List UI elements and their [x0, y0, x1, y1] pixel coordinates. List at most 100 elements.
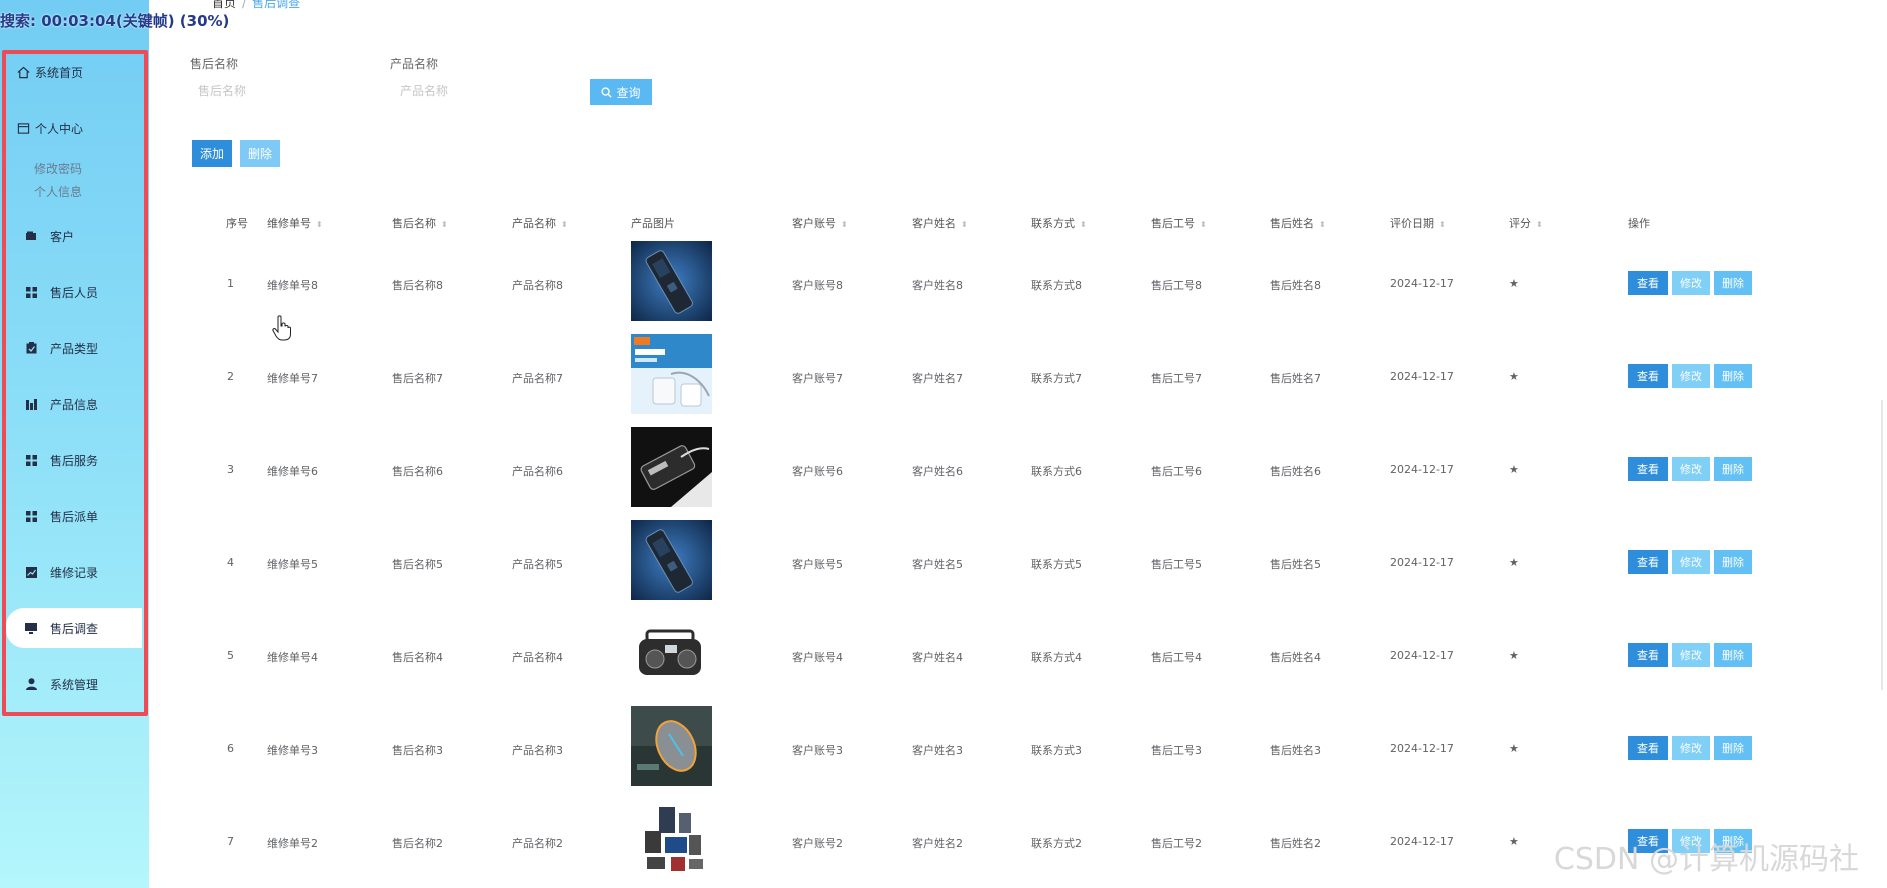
view-button[interactable]: 查看 [1628, 364, 1668, 388]
product-image[interactable] [631, 334, 712, 414]
view-button[interactable]: 查看 [1628, 736, 1668, 760]
view-button[interactable]: 查看 [1628, 643, 1668, 667]
sidebar-item-after-sale-staff[interactable]: 售后人员 [6, 272, 142, 312]
column-header-product-name[interactable]: 产品名称 ⬍ [512, 215, 568, 231]
product-image[interactable] [631, 520, 712, 600]
cell-after-sale-name: 售后名称5 [392, 558, 443, 571]
cell-staff-name: 售后姓名3 [1270, 744, 1321, 757]
sidebar-item-product-type[interactable]: 产品类型 [6, 328, 142, 368]
cell-product-name: 产品名称6 [512, 465, 563, 478]
after-sale-name-input[interactable] [198, 80, 358, 102]
sort-icon[interactable]: ⬍ [441, 220, 448, 229]
column-header-customer-account[interactable]: 客户账号 ⬍ [792, 215, 848, 231]
breadcrumb-home[interactable]: 首页 [212, 0, 236, 10]
cell-after-sale-name: 售后名称2 [392, 837, 443, 850]
column-header-staff-name[interactable]: 售后姓名 ⬍ [1270, 215, 1326, 231]
cell-contact: 联系方式7 [1031, 372, 1082, 385]
cell-contact: 联系方式8 [1031, 279, 1082, 292]
sort-icon[interactable]: ⬍ [1439, 220, 1446, 229]
delete-button[interactable]: 删除 [1714, 271, 1752, 295]
add-button[interactable]: 添加 [192, 140, 232, 167]
edit-button[interactable]: 修改 [1672, 550, 1710, 574]
edit-button[interactable]: 修改 [1672, 736, 1710, 760]
sidebar-item-after-sale-dispatch[interactable]: 售后派单 [6, 496, 142, 536]
line-chart-icon [24, 565, 38, 579]
cell-rating-date: 2024-12-17 [1390, 463, 1454, 476]
home-icon [16, 65, 30, 79]
sidebar-item-system-management[interactable]: 系统管理 [6, 664, 142, 704]
search-button[interactable]: 查询 [590, 79, 652, 105]
header-label: 产品名称 [512, 217, 556, 230]
cell-index: 1 [227, 277, 234, 290]
sidebar-item-home[interactable]: 系统首页 [6, 52, 142, 92]
edit-button[interactable]: 修改 [1672, 457, 1710, 481]
cell-after-sale-name: 售后名称7 [392, 372, 443, 385]
cell-rating: ★ [1509, 463, 1519, 476]
column-header-customer-name[interactable]: 客户姓名 ⬍ [912, 215, 968, 231]
scrollbar[interactable] [1881, 400, 1883, 690]
sidebar-item-label: 售后调查 [50, 621, 99, 636]
cell-product-name: 产品名称4 [512, 651, 563, 664]
sort-icon[interactable]: ⬍ [1536, 220, 1543, 229]
hand-cursor-icon [272, 315, 291, 341]
edit-button[interactable]: 修改 [1672, 643, 1710, 667]
column-header-after-sale-name[interactable]: 售后名称 ⬍ [392, 215, 448, 231]
column-header-index: 序号 [226, 217, 248, 230]
sort-icon[interactable]: ⬍ [561, 220, 568, 229]
product-image[interactable] [631, 799, 712, 879]
column-header-rating[interactable]: 评分 ⬍ [1509, 215, 1543, 231]
cell-customer-account: 客户账号7 [792, 372, 843, 385]
delete-button[interactable]: 删除 [1714, 364, 1752, 388]
header-label: 售后姓名 [1270, 217, 1314, 230]
edit-button[interactable]: 修改 [1672, 271, 1710, 295]
sort-icon[interactable]: ⬍ [1200, 220, 1207, 229]
edit-button[interactable]: 修改 [1672, 364, 1710, 388]
batch-delete-button[interactable]: 删除 [240, 140, 280, 167]
grid-icon [24, 453, 38, 467]
column-header-rating-date[interactable]: 评价日期 ⬍ [1390, 215, 1446, 231]
column-header-contact[interactable]: 联系方式 ⬍ [1031, 215, 1087, 231]
delete-button[interactable]: 删除 [1714, 457, 1752, 481]
cell-customer-account: 客户账号2 [792, 837, 843, 850]
cell-staff-no: 售后工号7 [1151, 372, 1202, 385]
delete-button[interactable]: 删除 [1714, 550, 1752, 574]
cell-rating-date: 2024-12-17 [1390, 835, 1454, 848]
cell-contact: 联系方式5 [1031, 558, 1082, 571]
view-button[interactable]: 查看 [1628, 550, 1668, 574]
column-header-staff-no[interactable]: 售后工号 ⬍ [1151, 215, 1207, 231]
product-image[interactable] [631, 706, 712, 786]
delete-button[interactable]: 删除 [1714, 643, 1752, 667]
watermark: CSDN @计算机源码社 [1553, 842, 1859, 877]
sidebar-item-personal-center[interactable]: 个人中心 [6, 108, 142, 148]
cell-rating-date: 2024-12-17 [1390, 556, 1454, 569]
delete-button[interactable]: 删除 [1714, 736, 1752, 760]
sidebar-item-product-info[interactable]: 产品信息 [6, 384, 142, 424]
sidebar-item-customer[interactable]: 客户 [6, 216, 142, 256]
breadcrumb-separator: / [242, 0, 247, 10]
sort-icon[interactable]: ⬍ [841, 220, 848, 229]
product-image[interactable] [631, 427, 712, 507]
header-label: 售后名称 [392, 217, 436, 230]
sort-icon[interactable]: ⬍ [316, 220, 323, 229]
view-button[interactable]: 查看 [1628, 457, 1668, 481]
sidebar-subitem-personal-info[interactable]: 个人信息 [34, 183, 82, 200]
sidebar-item-after-sale-survey[interactable]: 售后调查 [6, 608, 142, 648]
sidebar-item-after-sale-service[interactable]: 售后服务 [6, 440, 142, 480]
cell-repair-no: 维修单号5 [267, 558, 318, 571]
sidebar-item-repair-record[interactable]: 维修记录 [6, 552, 142, 592]
cell-customer-name: 客户姓名4 [912, 651, 963, 664]
sort-icon[interactable]: ⬍ [1080, 220, 1087, 229]
sidebar-item-label: 售后派单 [50, 509, 99, 524]
sidebar-item-label: 维修记录 [50, 565, 99, 580]
product-image[interactable] [631, 613, 712, 693]
product-name-input[interactable] [400, 80, 560, 102]
view-button[interactable]: 查看 [1628, 271, 1668, 295]
product-image[interactable] [631, 241, 712, 321]
sort-icon[interactable]: ⬍ [1319, 220, 1326, 229]
product-name-label: 产品名称 [390, 57, 439, 71]
cell-staff-name: 售后姓名6 [1270, 465, 1321, 478]
sidebar-subitem-change-password[interactable]: 修改密码 [34, 160, 82, 177]
sort-icon[interactable]: ⬍ [961, 220, 968, 229]
column-header-repair-no[interactable]: 维修单号 ⬍ [267, 215, 323, 231]
cell-staff-name: 售后姓名2 [1270, 837, 1321, 850]
